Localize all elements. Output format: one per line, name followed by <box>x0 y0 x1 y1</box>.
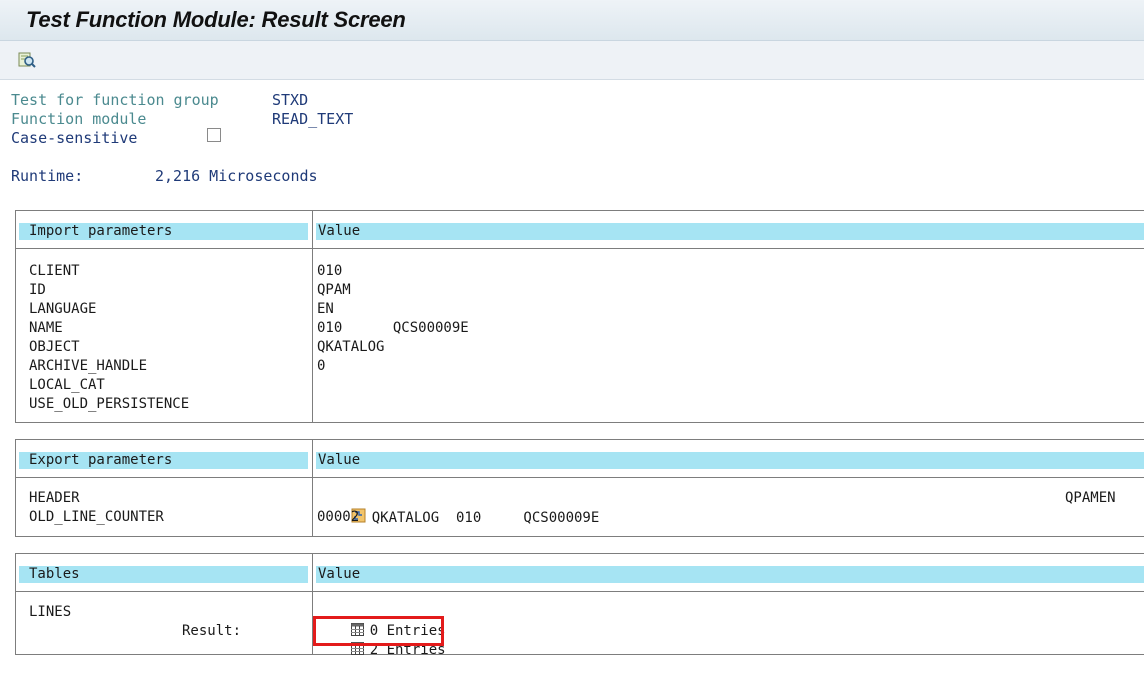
header-value-right: QPAMEN <box>1065 490 1116 506</box>
result-label: Result: <box>182 623 242 639</box>
case-sensitive-label: Case-sensitive <box>11 129 138 147</box>
runtime-value: 2,216 Microseconds <box>155 167 318 185</box>
param-name: ARCHIVE_HANDLE <box>29 358 148 374</box>
tables-header: Tables <box>19 566 308 583</box>
table-name-lines: LINES <box>29 604 72 620</box>
param-value: 010 QCS00009E <box>317 320 469 336</box>
function-group-value: STXD <box>272 91 309 109</box>
param-name: OBJECT <box>29 339 80 355</box>
export-value-header: Value <box>316 452 1144 469</box>
header-value-text: QKATALOG 010 QCS00009E <box>371 510 600 526</box>
export-parameters-section: Export parameters Value HEADER QKATALOG … <box>15 439 1144 537</box>
param-name: LOCAL_CAT <box>29 377 105 393</box>
function-module-value: READ_TEXT <box>272 110 354 128</box>
param-value: EN <box>317 301 334 317</box>
import-value-header: Value <box>316 223 1144 240</box>
param-name: CLIENT <box>29 263 80 279</box>
highlight-box <box>313 616 444 646</box>
param-value: 0 <box>317 358 326 374</box>
param-value: QPAM <box>317 282 351 298</box>
param-value: QKATALOG <box>317 339 385 355</box>
param-name: HEADER <box>29 490 80 506</box>
toolbar <box>0 41 1144 80</box>
window-title: Test Function Module: Result Screen <box>26 7 406 32</box>
header-divider <box>16 477 1144 478</box>
param-name: OLD_LINE_COUNTER <box>29 509 164 525</box>
function-group-label: Test for function group <box>11 91 219 109</box>
tables-section: Tables Value LINES Result: 0 Entries 2 E… <box>15 553 1144 658</box>
param-name: USE_OLD_PERSISTENCE <box>29 396 190 412</box>
runtime-label: Runtime: <box>11 167 84 185</box>
param-value: 010 <box>317 263 343 279</box>
tables-value-header: Value <box>316 566 1144 583</box>
export-parameters-header: Export parameters <box>19 452 308 469</box>
import-parameters-section: Import parameters Value CLIENT 010 ID QP… <box>15 210 1144 423</box>
param-name: NAME <box>29 320 63 336</box>
case-sensitive-checkbox[interactable] <box>207 128 221 142</box>
param-name: LANGUAGE <box>29 301 97 317</box>
title-bar: Test Function Module: Result Screen <box>0 0 1144 41</box>
magnifier-icon[interactable] <box>16 49 38 71</box>
param-name: ID <box>29 282 46 298</box>
import-parameters-header: Import parameters <box>19 223 308 240</box>
param-value: 00002 <box>317 509 360 525</box>
column-divider <box>312 211 313 422</box>
header-divider <box>16 248 1144 249</box>
column-divider <box>312 440 313 536</box>
header-value[interactable]: QKATALOG 010 QCS00009E <box>317 489 599 547</box>
function-module-label: Function module <box>11 110 147 128</box>
header-divider <box>16 591 1144 592</box>
